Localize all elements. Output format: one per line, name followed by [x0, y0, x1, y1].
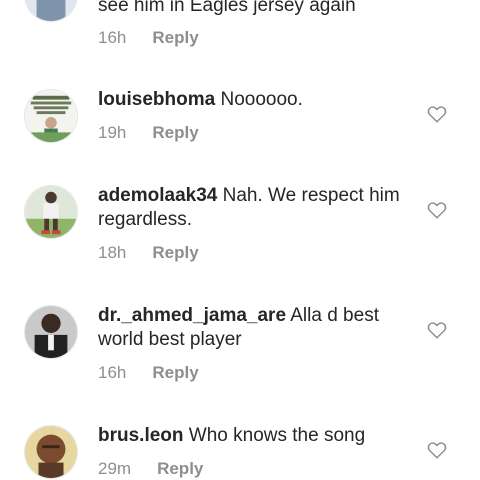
comment-meta: 19h Reply: [98, 123, 199, 143]
heart-outline-icon: [427, 106, 447, 123]
comment-meta: 16h Reply: [98, 363, 199, 383]
like-button[interactable]: [427, 201, 447, 219]
comment-timestamp: 16h: [98, 28, 127, 47]
avatar[interactable]: [24, 425, 78, 479]
reply-button[interactable]: Reply: [152, 243, 198, 262]
avatar[interactable]: [24, 0, 78, 22]
comment-text: brus.leon Who knows the song: [98, 424, 408, 448]
reply-button[interactable]: Reply: [152, 28, 198, 47]
comment-username[interactable]: brus.leon: [98, 425, 184, 446]
comment-username[interactable]: dr._ahmed_jama_are: [98, 305, 286, 326]
comment-body: see him in Eagles jersey again: [98, 0, 356, 16]
comment-text: ademolaak34 Nah. We respect him regardle…: [98, 184, 408, 232]
avatar-image: [25, 186, 77, 238]
comment-meta: 29m Reply: [98, 459, 203, 479]
like-button[interactable]: [427, 321, 447, 339]
avatar[interactable]: [24, 185, 78, 239]
avatar-image: [25, 0, 77, 21]
comment-meta: 18h Reply: [98, 243, 199, 263]
avatar[interactable]: [24, 89, 78, 143]
comment-meta: 16h Reply: [98, 28, 199, 48]
comment-username[interactable]: ademolaak34: [98, 185, 217, 206]
heart-outline-icon: [427, 322, 447, 339]
comment-timestamp: 19h: [98, 123, 127, 142]
comment-text: see him in Eagles jersey again: [98, 0, 408, 18]
like-button[interactable]: [427, 441, 447, 459]
comment-body: Who knows the song: [188, 425, 366, 446]
avatar-image: [25, 90, 77, 142]
comment-timestamp: 29m: [98, 459, 132, 478]
reply-button[interactable]: Reply: [157, 459, 203, 478]
comment-timestamp: 18h: [98, 243, 127, 262]
comment-username[interactable]: louisebhoma: [98, 89, 215, 110]
heart-outline-icon: [427, 442, 447, 459]
heart-outline-icon: [427, 202, 447, 219]
comment-text: louisebhoma Noooooo.: [98, 88, 408, 112]
like-button[interactable]: [427, 105, 447, 123]
comment-timestamp: 16h: [98, 363, 127, 382]
comment-text: dr._ahmed_jama_are Alla d best world bes…: [98, 304, 408, 352]
reply-button[interactable]: Reply: [152, 123, 198, 142]
avatar-image: [25, 306, 77, 358]
comment-body: Noooooo.: [220, 89, 303, 110]
avatar[interactable]: [24, 305, 78, 359]
reply-button[interactable]: Reply: [152, 363, 198, 382]
avatar-image: [25, 426, 77, 478]
